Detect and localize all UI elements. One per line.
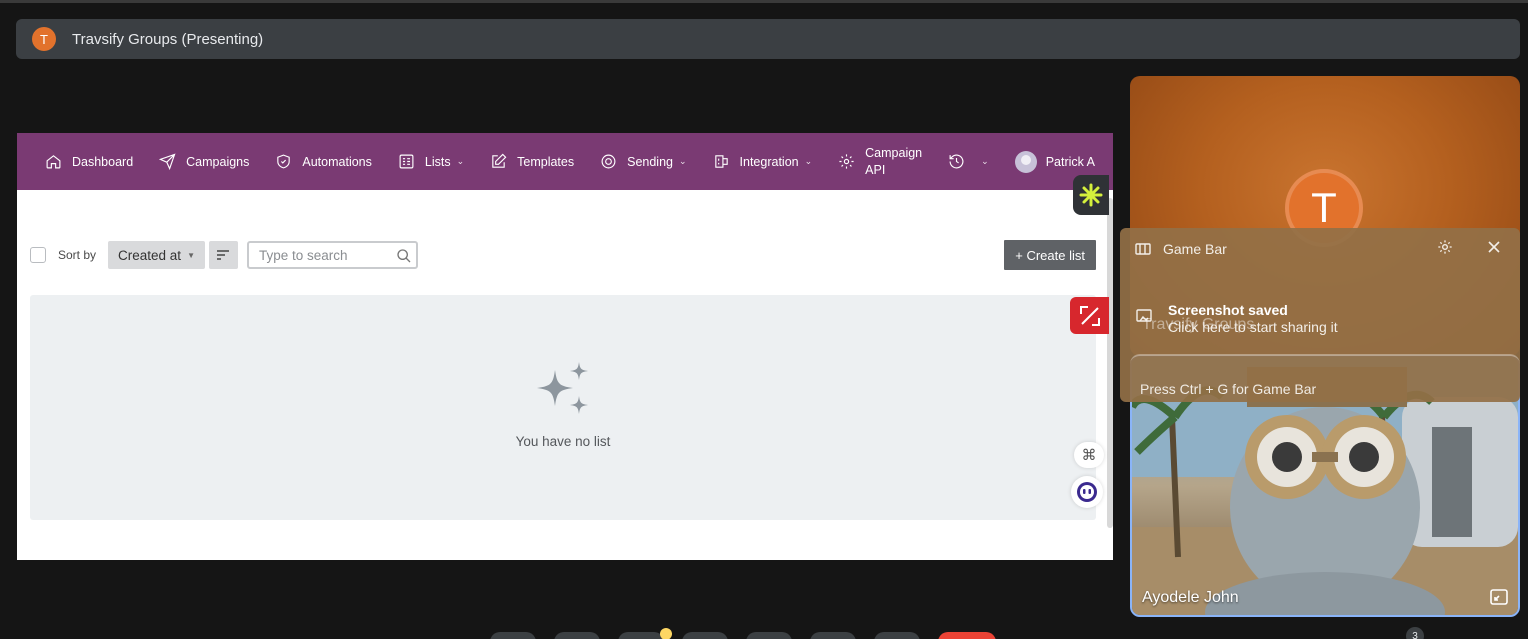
empty-state-message: You have no list (515, 434, 611, 449)
command-button[interactable]: ⌘ (1074, 442, 1104, 468)
game-bar-header: Game Bar (1120, 228, 1520, 270)
history-icon (949, 154, 964, 169)
expand-icon[interactable] (1490, 589, 1508, 605)
nav-label: Campaigns (186, 154, 250, 169)
asterisk-widget-button[interactable] (1073, 175, 1109, 215)
game-bar-hint: Press Ctrl + G for Game Bar (1130, 354, 1520, 400)
nav-label: Integration (739, 154, 799, 169)
nav-label: Dashboard (72, 154, 134, 169)
list-toolbar: Sort by Created at ▼ + Create list (30, 240, 1096, 270)
user-menu[interactable]: Patrick A (1014, 150, 1096, 173)
home-icon (46, 155, 61, 169)
sort-value: Created at (118, 247, 182, 263)
nav-automations[interactable]: Automations (275, 153, 372, 170)
presentation-title: Travsify Groups (Presenting) (72, 30, 264, 48)
gear-icon[interactable] (1437, 239, 1453, 255)
nav-label: API (865, 162, 886, 177)
nav-label: Lists (424, 154, 451, 169)
game-bar-overlay: Game Bar Travsify Groups Screenshot save… (1120, 228, 1520, 402)
presenter-avatar: T (32, 27, 56, 51)
chevron-down-icon: ⌄ (678, 156, 687, 166)
control-button[interactable] (682, 632, 728, 639)
control-button[interactable] (810, 632, 856, 639)
asterisk-icon (1079, 183, 1103, 207)
search-icon (397, 249, 411, 263)
nav-label: Sending (627, 154, 673, 169)
control-button[interactable] (746, 632, 792, 639)
chatbot-button[interactable] (1071, 476, 1103, 508)
search-box[interactable] (246, 241, 418, 269)
z-logo-icon (1079, 305, 1100, 326)
top-edge (0, 0, 1528, 3)
bot-face-icon (1077, 482, 1097, 502)
sort-direction-button[interactable] (208, 241, 238, 269)
participant-name: Ayodele John (1142, 589, 1239, 606)
leave-call-button[interactable] (938, 632, 996, 639)
close-icon[interactable] (1486, 239, 1502, 255)
xbox-bar-icon (1135, 243, 1151, 255)
sort-by-label: Sort by (58, 248, 97, 262)
edit-icon (492, 153, 507, 168)
screenshot-toast[interactable]: Travsify Groups Screenshot saved Click h… (1120, 294, 1520, 344)
sparkles-icon (537, 362, 588, 414)
nav-campaigns[interactable]: Campaigns (159, 153, 249, 170)
control-button[interactable] (618, 632, 664, 639)
nav-lists[interactable]: Lists ⌄ (398, 153, 464, 170)
toast-title: Screenshot saved (1168, 302, 1288, 318)
sort-lines-icon (217, 250, 230, 260)
api-gear-icon (839, 154, 854, 169)
nav-templates[interactable]: Templates (490, 153, 574, 170)
shared-screen: Dashboard Campaigns Automations Lists ⌄ … (17, 133, 1113, 560)
send-icon (159, 153, 176, 170)
control-button[interactable] (490, 632, 536, 639)
nav-label: Templates (517, 154, 575, 169)
nav-label-wrap: Campaign API (865, 145, 922, 179)
chevron-down-icon: ⌄ (456, 156, 465, 166)
control-button[interactable] (554, 632, 600, 639)
zoho-widget-button[interactable] (1070, 297, 1109, 334)
user-name: Patrick A (1045, 154, 1096, 169)
command-icon: ⌘ (1081, 447, 1097, 464)
presentation-title-bar: T Travsify Groups (Presenting) (16, 19, 1520, 59)
warning-dot (660, 628, 672, 639)
integration-icon (714, 155, 728, 168)
shield-icon (277, 154, 291, 169)
chevron-down-icon: ⌄ (804, 156, 813, 166)
game-bar-title: Game Bar (1163, 241, 1227, 257)
nav-sending[interactable]: Sending ⌄ (600, 153, 687, 170)
select-all-checkbox[interactable] (30, 247, 46, 263)
hint-text: Press Ctrl + G for Game Bar (1140, 381, 1317, 397)
nav-label: Campaign (865, 145, 923, 160)
list-icon (399, 154, 414, 169)
nav-integration[interactable]: Integration ⌄ (713, 153, 813, 170)
sort-select[interactable]: Created at ▼ (108, 241, 205, 269)
avatar (1014, 150, 1037, 173)
app-navbar: Dashboard Campaigns Automations Lists ⌄ … (17, 133, 1113, 190)
scrollbar[interactable] (1107, 198, 1113, 528)
meeting-controls (490, 628, 1014, 639)
caret-down-icon: ▼ (187, 250, 195, 260)
nav-dashboard[interactable]: Dashboard (45, 153, 133, 170)
search-input[interactable] (258, 247, 389, 263)
toast-body: Click here to start sharing it (1168, 319, 1338, 335)
empty-state-panel: You have no list (30, 295, 1096, 520)
create-list-button[interactable]: + Create list (1004, 240, 1096, 270)
control-button[interactable] (874, 632, 920, 639)
chevron-down-icon: ⌄ (981, 156, 989, 166)
nav-label: Automations (302, 154, 372, 169)
target-icon (601, 154, 616, 169)
nav-campaign-api[interactable]: Campaign API (838, 145, 922, 179)
history-menu[interactable]: ⌄ (948, 153, 989, 170)
participant-count-badge: 3 (1406, 627, 1424, 639)
